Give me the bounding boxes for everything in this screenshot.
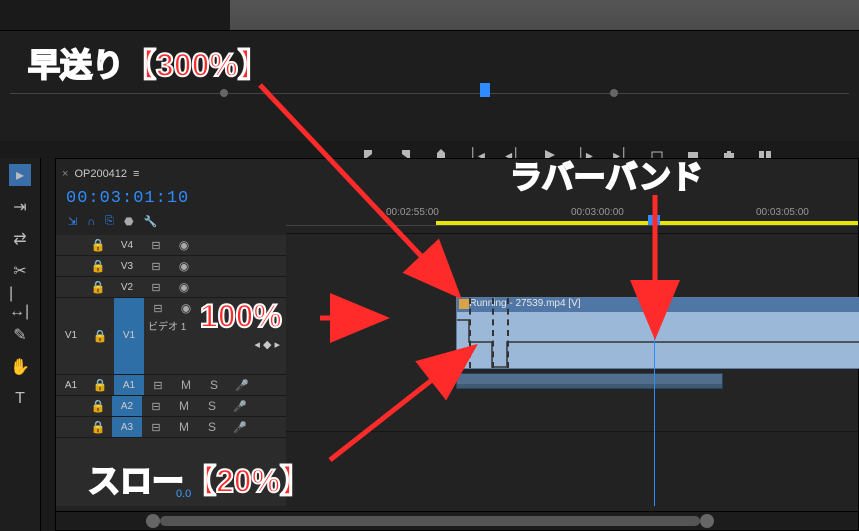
current-timecode[interactable]: 00:03:01:10: [66, 189, 189, 208]
slip-tool[interactable]: |↔|: [9, 292, 31, 314]
ruler-tick: 00:03:05:00: [756, 207, 809, 218]
lane-a3[interactable]: [286, 411, 858, 432]
zoom-handle-left[interactable]: [146, 514, 160, 528]
sequence-options: ⇲ ∩ ⎘ ⬣ 🔧: [68, 215, 157, 228]
linked-selection-icon[interactable]: ⎘: [105, 215, 114, 228]
keyframe-prev-icon[interactable]: ◂: [254, 338, 260, 358]
track-row-a2[interactable]: 🔒 A2 ⊟ M S 🎤: [56, 396, 286, 417]
type-tool[interactable]: T: [9, 388, 31, 410]
track-target[interactable]: A3: [112, 417, 142, 437]
timeline-zoom-scrollbar[interactable]: [56, 511, 858, 530]
lane-v1[interactable]: Running - 27539.mp4 [V]: [286, 295, 858, 372]
wrench-icon[interactable]: 🔧: [144, 215, 158, 228]
lane-v3[interactable]: [286, 255, 858, 276]
track-select-tool[interactable]: ⇥: [9, 196, 31, 218]
timeline-canvas[interactable]: 00:02:55:00 00:03:00:00 00:03:05:00 Runn…: [286, 203, 858, 506]
clip-filename: Running - 27539.mp4 [V]: [469, 298, 580, 309]
voiceover-icon[interactable]: 🎤: [228, 375, 256, 395]
toggle-output-icon[interactable]: ⊟: [142, 417, 170, 437]
solo-button[interactable]: S: [200, 375, 228, 395]
toggle-output-icon[interactable]: ⊟: [142, 235, 170, 255]
range-in-marker[interactable]: [220, 89, 228, 97]
source-patch[interactable]: A1: [56, 375, 86, 395]
lock-icon[interactable]: 🔒: [86, 298, 114, 374]
track-label: V4: [112, 235, 142, 255]
keyframe-add-icon[interactable]: ◆: [263, 338, 271, 358]
track-label: V3: [112, 256, 142, 276]
fx-badge[interactable]: [459, 299, 469, 309]
sequence-name: OP200412: [74, 168, 127, 180]
lock-icon[interactable]: 🔒: [84, 396, 112, 416]
lock-icon[interactable]: 🔒: [84, 235, 112, 255]
annotation-rubber: ラバーバンド: [510, 152, 703, 198]
program-scrubber[interactable]: [10, 83, 849, 103]
track-row-v3[interactable]: 🔒 V3 ⊟ ◉: [56, 256, 286, 277]
solo-button[interactable]: S: [198, 396, 226, 416]
annotation-slow: スロー【20%】: [88, 456, 312, 502]
scroll-thumb[interactable]: [160, 516, 700, 526]
marker-icon[interactable]: ⬣: [124, 215, 134, 228]
eye-icon[interactable]: ◉: [170, 256, 198, 276]
lock-icon[interactable]: 🔒: [86, 375, 114, 395]
lane-a1[interactable]: [286, 371, 858, 392]
time-ruler[interactable]: 00:02:55:00 00:03:00:00 00:03:05:00: [286, 203, 858, 234]
voiceover-icon[interactable]: 🎤: [226, 396, 254, 416]
mute-button[interactable]: M: [172, 375, 200, 395]
source-patch[interactable]: V1: [56, 298, 86, 374]
lane-v4[interactable]: [286, 235, 858, 256]
track-row-v2[interactable]: 🔒 V2 ⊟ ◉: [56, 277, 286, 298]
tool-palette: ▸ ⇥ ⇄ ✂ |↔| ✎ ✋ T: [0, 158, 41, 531]
menu-icon[interactable]: ≡: [133, 168, 139, 180]
track-target[interactable]: A1: [114, 375, 144, 395]
snap-icon[interactable]: ∩: [87, 216, 95, 228]
annotation-fast: 早送り【300%】: [28, 40, 270, 86]
eye-icon[interactable]: ◉: [172, 298, 200, 318]
toggle-output-icon[interactable]: ⊟: [142, 277, 170, 297]
lane-v2[interactable]: [286, 275, 858, 296]
mini-playhead[interactable]: [480, 83, 490, 97]
lock-icon[interactable]: 🔒: [84, 256, 112, 276]
ruler-tick: 00:03:00:00: [571, 207, 624, 218]
lane-a2[interactable]: [286, 391, 858, 412]
close-icon[interactable]: ×: [62, 168, 68, 180]
toggle-output-icon[interactable]: ⊟: [142, 396, 170, 416]
toggle-output-icon[interactable]: ⊟: [144, 298, 172, 318]
lock-icon[interactable]: 🔒: [84, 277, 112, 297]
range-out-marker[interactable]: [610, 89, 618, 97]
ruler-tick: 00:02:55:00: [386, 207, 439, 218]
eye-icon[interactable]: ◉: [170, 277, 198, 297]
track-row-v4[interactable]: 🔒 V4 ⊟ ◉: [56, 235, 286, 256]
track-target[interactable]: A2: [112, 396, 142, 416]
work-area-bar[interactable]: [436, 221, 858, 225]
rubber-band[interactable]: [457, 312, 859, 374]
voiceover-icon[interactable]: 🎤: [226, 417, 254, 437]
playhead[interactable]: [654, 203, 655, 506]
track-label: V2: [112, 277, 142, 297]
program-monitor: [230, 0, 859, 30]
annotation-100: 100%: [200, 298, 282, 335]
video-clip[interactable]: Running - 27539.mp4 [V]: [456, 297, 859, 369]
lock-icon[interactable]: 🔒: [84, 417, 112, 437]
hand-tool[interactable]: ✋: [9, 356, 31, 378]
solo-button[interactable]: S: [198, 417, 226, 437]
toggle-output-icon[interactable]: ⊟: [142, 256, 170, 276]
track-row-a1[interactable]: A1 🔒 A1 ⊟ M S 🎤: [56, 375, 286, 396]
selection-tool[interactable]: ▸: [9, 164, 31, 186]
sequence-tab[interactable]: × OP200412 ≡: [62, 163, 139, 185]
audio-clip[interactable]: [456, 373, 723, 389]
mute-button[interactable]: M: [170, 417, 198, 437]
eye-icon[interactable]: ◉: [170, 235, 198, 255]
nest-icon[interactable]: ⇲: [68, 215, 77, 228]
zoom-handle-right[interactable]: [700, 514, 714, 528]
track-target[interactable]: V1: [114, 298, 144, 374]
pen-tool[interactable]: ✎: [9, 324, 31, 346]
keyframe-next-icon[interactable]: ▸: [274, 338, 280, 358]
track-row-a3[interactable]: 🔒 A3 ⊟ M S 🎤: [56, 417, 286, 438]
razor-tool[interactable]: ✂: [9, 260, 31, 282]
mute-button[interactable]: M: [170, 396, 198, 416]
ripple-edit-tool[interactable]: ⇄: [9, 228, 31, 250]
toggle-output-icon[interactable]: ⊟: [144, 375, 172, 395]
